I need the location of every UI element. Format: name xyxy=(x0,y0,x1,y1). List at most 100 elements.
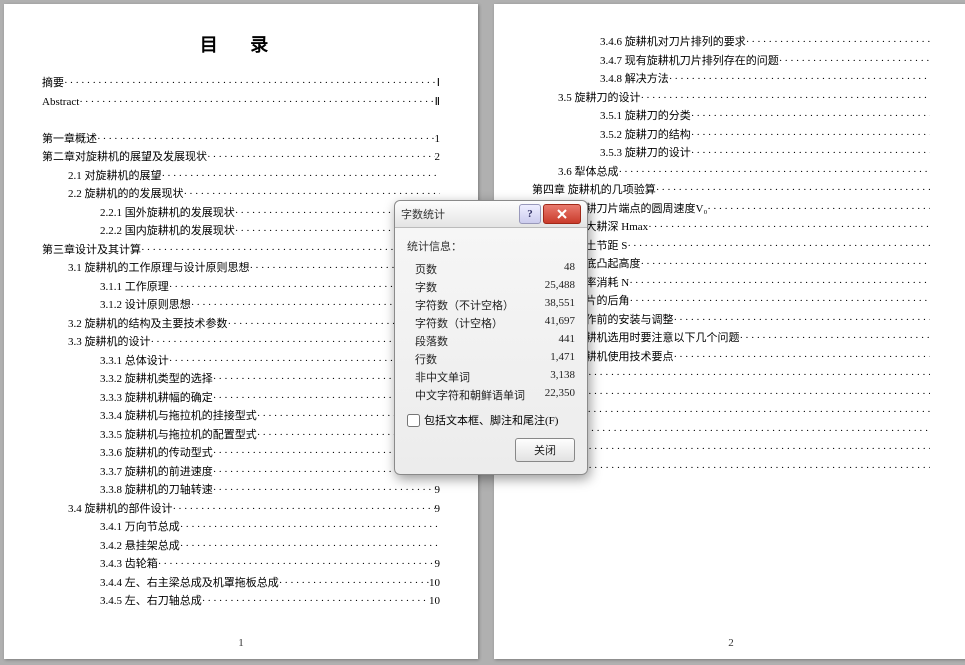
toc-label: 3.1 旋耕机的工作原理与设计原则思想 xyxy=(68,260,250,277)
stat-label: 页数 xyxy=(415,261,437,277)
toc-leader-dots xyxy=(202,593,429,610)
toc-leader-dots xyxy=(629,275,930,292)
stat-label: 中文字符和朝鲜语单词 xyxy=(415,387,525,403)
toc-entry: 3.5.3 旋耕刀的设计 xyxy=(532,145,930,162)
toc-leader-dots xyxy=(740,330,931,347)
toc-label: 3.3.8 旋耕机的刀轴转速 xyxy=(100,482,213,499)
help-button[interactable]: ? xyxy=(519,204,541,224)
toc-leader-dots xyxy=(207,149,435,166)
toc-page-ref: 1 xyxy=(435,131,441,148)
toc-label: 3.3.4 旋耕机与拖拉机的挂接型式 xyxy=(100,408,257,425)
toc-label: 3.5.1 旋耕刀的分类 xyxy=(600,108,691,125)
checkbox-input[interactable] xyxy=(407,414,420,427)
toc-entry: 附录 1 xyxy=(532,423,930,440)
toc-leader-dots xyxy=(64,75,437,92)
toc-label: 3.5.2 旋耕刀的结构 xyxy=(600,127,691,144)
stat-label: 字符数（计空格） xyxy=(415,315,503,331)
stat-label: 非中文单词 xyxy=(415,369,470,385)
stat-row: 字符数（计空格）41,697 xyxy=(407,314,575,332)
toc-entry: 第四章 旋耕机的几项验算 xyxy=(532,182,930,199)
toc-leader-dots xyxy=(641,256,931,273)
toc-label: 3.3.7 旋耕机的前进速度 xyxy=(100,464,213,481)
toc-page-ref: Ⅰ xyxy=(437,75,440,92)
close-button[interactable] xyxy=(543,204,581,224)
toc-entry: 第一章概述 1 xyxy=(42,131,440,148)
stat-value: 22,350 xyxy=(545,387,575,403)
toc-page-ref: 9 xyxy=(435,482,441,499)
toc-leader-dots xyxy=(691,108,930,125)
toc-label: 2.2 旋耕机的的发展现状 xyxy=(68,186,184,203)
toc-entry: 附录 2 xyxy=(532,441,930,458)
toc-label: 第三章设计及其计算 xyxy=(42,242,141,259)
toc-leader-dots xyxy=(669,71,930,88)
toc-entry: AbstractⅡ xyxy=(42,94,440,111)
toc-leader-dots xyxy=(554,386,930,403)
stat-label: 段落数 xyxy=(415,333,448,349)
toc-leader-dots xyxy=(707,201,930,218)
toc-leader-dots xyxy=(641,90,931,107)
toc-leader-dots xyxy=(162,168,441,185)
stat-row: 中文字符和朝鲜语单词 22,350 xyxy=(407,386,575,404)
stat-label: 字数 xyxy=(415,279,437,295)
toc-leader-dots xyxy=(779,53,930,70)
stat-row: 页数 48 xyxy=(407,260,575,278)
toc-leader-dots xyxy=(656,182,930,199)
toc-entry: 2.1 对旋耕机的展望 xyxy=(42,168,440,185)
stat-value: 48 xyxy=(564,261,575,277)
toc-entry: 3.5.2 旋耕刀的结构 xyxy=(532,127,930,144)
toc-list-left: 摘要 Ⅰ AbstractⅡ 第一章概述 1第二章对旋耕机的展望及发展现状2 2.1 对… xyxy=(42,75,440,610)
toc-leader-dots xyxy=(588,460,930,477)
stat-row: 段落数441 xyxy=(407,332,575,350)
toc-label: 第一章概述 xyxy=(42,131,97,148)
close-dialog-button[interactable]: 关闭 xyxy=(515,438,575,462)
toc-label: 3.4.6 旋耕机对刀片排列的要求 xyxy=(600,34,746,51)
toc-page-ref: 9 xyxy=(435,556,441,573)
toc-label: 3.3.2 旋耕机类型的选择 xyxy=(100,371,213,388)
toc-entry: 3.3.4 旋耕机与拖拉机的挂接型式 xyxy=(42,408,440,425)
toc-label: 3.4.4 左、右主梁总成及机罩拖板总成 xyxy=(100,575,279,592)
help-icon: ? xyxy=(527,208,533,220)
toc-label: 3.3.6 旋耕机的传动型式 xyxy=(100,445,213,462)
toc-label: 3.4.1 万向节总成 xyxy=(100,519,180,536)
toc-entry: 3.5 旋耕刀的设计 xyxy=(532,90,930,107)
toc-entry: 附录 3 xyxy=(532,460,930,477)
toc-label: 3.4.7 现有旋耕机刀片排列存在的问题 xyxy=(600,53,779,70)
toc-entry: 4.9 旋耕机使用技术要点 xyxy=(532,349,930,366)
toc-label: 3.3.1 总体设计 xyxy=(100,353,169,370)
toc-label: 3.4.3 齿轮箱 xyxy=(100,556,158,573)
toc-label: 3.3.3 旋耕机耕幅的确定 xyxy=(100,390,213,407)
toc-label: 2.2.2 国内旋耕机的发展现状 xyxy=(100,223,235,240)
toc-entry: 3.3.1 总体设计 xyxy=(42,353,440,370)
toc-entry: 3.3.8 旋耕机的刀轴转速 9 xyxy=(42,482,440,499)
toc-entry: 2.2.2 国内旋耕机的发展现状 xyxy=(42,223,440,240)
toc-entry: 3.3.5 旋耕机与拖拉机的配置型式8 xyxy=(42,427,440,444)
toc-entry: 3.1.2 设计原则思想 xyxy=(42,297,440,314)
toc-leader-dots xyxy=(279,575,429,592)
toc-leader-dots xyxy=(691,127,930,144)
stat-row: 字符数（不计空格）38,551 xyxy=(407,296,575,314)
toc-leader-dots xyxy=(213,482,435,499)
toc-page-ref: Ⅱ xyxy=(435,94,440,111)
include-textboxes-checkbox[interactable]: 包括文本框、脚注和尾注(F) xyxy=(407,412,575,428)
toc-entry: 3.4.3 齿轮箱 9 xyxy=(42,556,440,573)
toc-label: 3.4.2 悬挂架总成 xyxy=(100,538,180,555)
toc-entry: 第二章对旋耕机的展望及发展现状2 xyxy=(42,149,440,166)
toc-entry: 致谢 xyxy=(532,386,930,403)
toc-entry: 4.8 旋耕机选用时要注意以下几个问题 xyxy=(532,330,930,347)
toc-leader-dots xyxy=(627,238,930,255)
toc-title: 目 录 xyxy=(42,32,440,59)
toc-page-ref: 10 xyxy=(429,593,440,610)
toc-entry: 4.6 刀片的后角 xyxy=(532,293,930,310)
toc-leader-dots xyxy=(97,131,435,148)
toc-leader-dots xyxy=(158,556,435,573)
dialog-titlebar[interactable]: 字数统计 ? xyxy=(395,201,587,228)
toc-label: 3.1.1 工作原理 xyxy=(100,279,169,296)
toc-entry: 3.4.1 万向节总成 xyxy=(42,519,440,536)
toc-label: 3.5.3 旋耕刀的设计 xyxy=(600,145,691,162)
toc-entry: 3.4.2 悬挂架总成 xyxy=(42,538,440,555)
toc-label: 3.3 旋耕机的设计 xyxy=(68,334,151,351)
toc-entry: 3.3.2 旋耕机类型的选择 xyxy=(42,371,440,388)
word-count-dialog: 字数统计 ? 统计信息： 页数48字数25,488字符数（不计空格）38,551… xyxy=(394,200,588,475)
toc-leader-dots xyxy=(691,145,930,162)
toc-label: 摘要 xyxy=(42,75,64,92)
